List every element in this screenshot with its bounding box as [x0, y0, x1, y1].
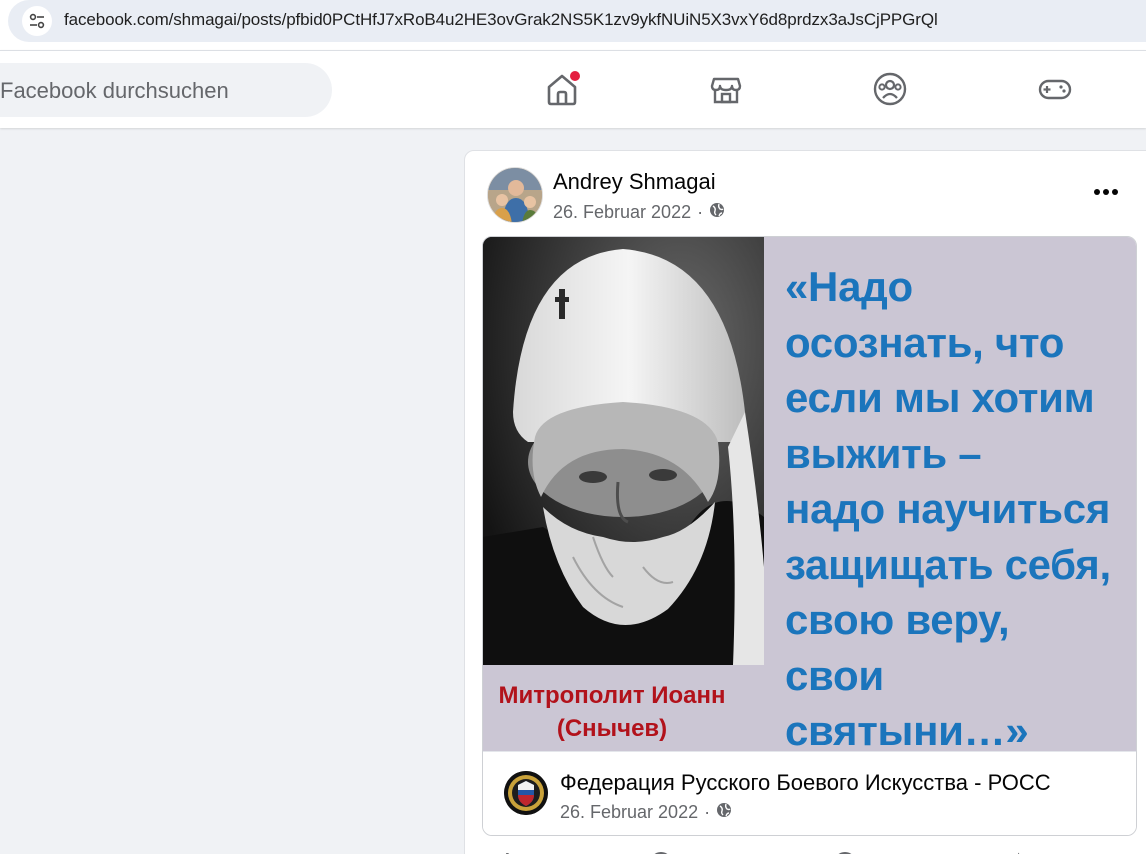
search-input[interactable]: Facebook durchsuchen	[0, 63, 332, 117]
quote-line: осознать, что	[785, 318, 1065, 366]
globe-icon	[709, 202, 725, 223]
caption-line: (Снычев)	[556, 715, 668, 742]
quote-text: «Надо осознать, что если мы хотим выжить…	[785, 259, 1111, 759]
quote-line: свою веру,	[785, 596, 1010, 643]
url-field[interactable]: facebook.com/shmagai/posts/pfbid0PCtHfJ7…	[8, 0, 1146, 42]
shared-image[interactable]: Митрополит Иоанн (Снычев) «Надо осознать…	[483, 237, 1136, 754]
globe-icon	[716, 802, 732, 823]
shared-post-date[interactable]: 26. Februar 2022	[560, 802, 698, 823]
url-text[interactable]: facebook.com/shmagai/posts/pfbid0PCtHfJ7…	[64, 10, 938, 30]
avatar[interactable]	[487, 167, 543, 223]
quote-line: защищать себя,	[785, 540, 1111, 588]
post-actions-row	[465, 845, 1146, 854]
groups-icon[interactable]	[870, 69, 910, 109]
shared-post-meta: 26. Februar 2022 ·	[560, 802, 732, 823]
facebook-header: Facebook durchsuchen	[0, 50, 1146, 128]
tune-icon[interactable]	[22, 6, 52, 36]
meta-separator: ·	[697, 202, 704, 222]
browser-address-bar: facebook.com/shmagai/posts/pfbid0PCtHfJ7…	[0, 0, 1146, 50]
search-placeholder: Facebook durchsuchen	[0, 78, 229, 103]
page-name[interactable]: Федерация Русского Боевого Искусства - Р…	[560, 770, 1051, 796]
more-horizontal-icon[interactable]	[1091, 177, 1121, 207]
post-meta: 26. Februar 2022 ·	[553, 202, 725, 223]
quote-line: надо научиться	[785, 485, 1111, 532]
shared-post-footer: Федерация Русского Боевого Искусства - Р…	[483, 751, 1136, 835]
home-icon[interactable]	[542, 69, 582, 109]
metropolitan-photo	[483, 237, 764, 665]
quote-line: свои	[785, 651, 884, 699]
caption-line: Митрополит Иоанн	[498, 682, 726, 709]
page-logo[interactable]	[504, 771, 548, 815]
meta-separator: ·	[704, 802, 711, 822]
store-icon[interactable]	[706, 69, 746, 109]
post-author[interactable]: Andrey Shmagai	[553, 169, 716, 195]
post-card: Andrey Shmagai 26. Februar 2022 · Митроп…	[464, 150, 1146, 854]
quote-line: «Надо	[785, 263, 913, 310]
quote-line: выжить –	[785, 429, 982, 477]
photo-caption: Митрополит Иоанн (Снычев)	[483, 679, 741, 745]
post-date[interactable]: 26. Februar 2022	[553, 202, 691, 223]
quote-line: если мы хотим	[785, 374, 1095, 421]
notification-dot	[570, 71, 580, 81]
shared-post[interactable]: Митрополит Иоанн (Снычев) «Надо осознать…	[482, 236, 1137, 836]
gamepad-icon[interactable]	[1035, 69, 1075, 109]
